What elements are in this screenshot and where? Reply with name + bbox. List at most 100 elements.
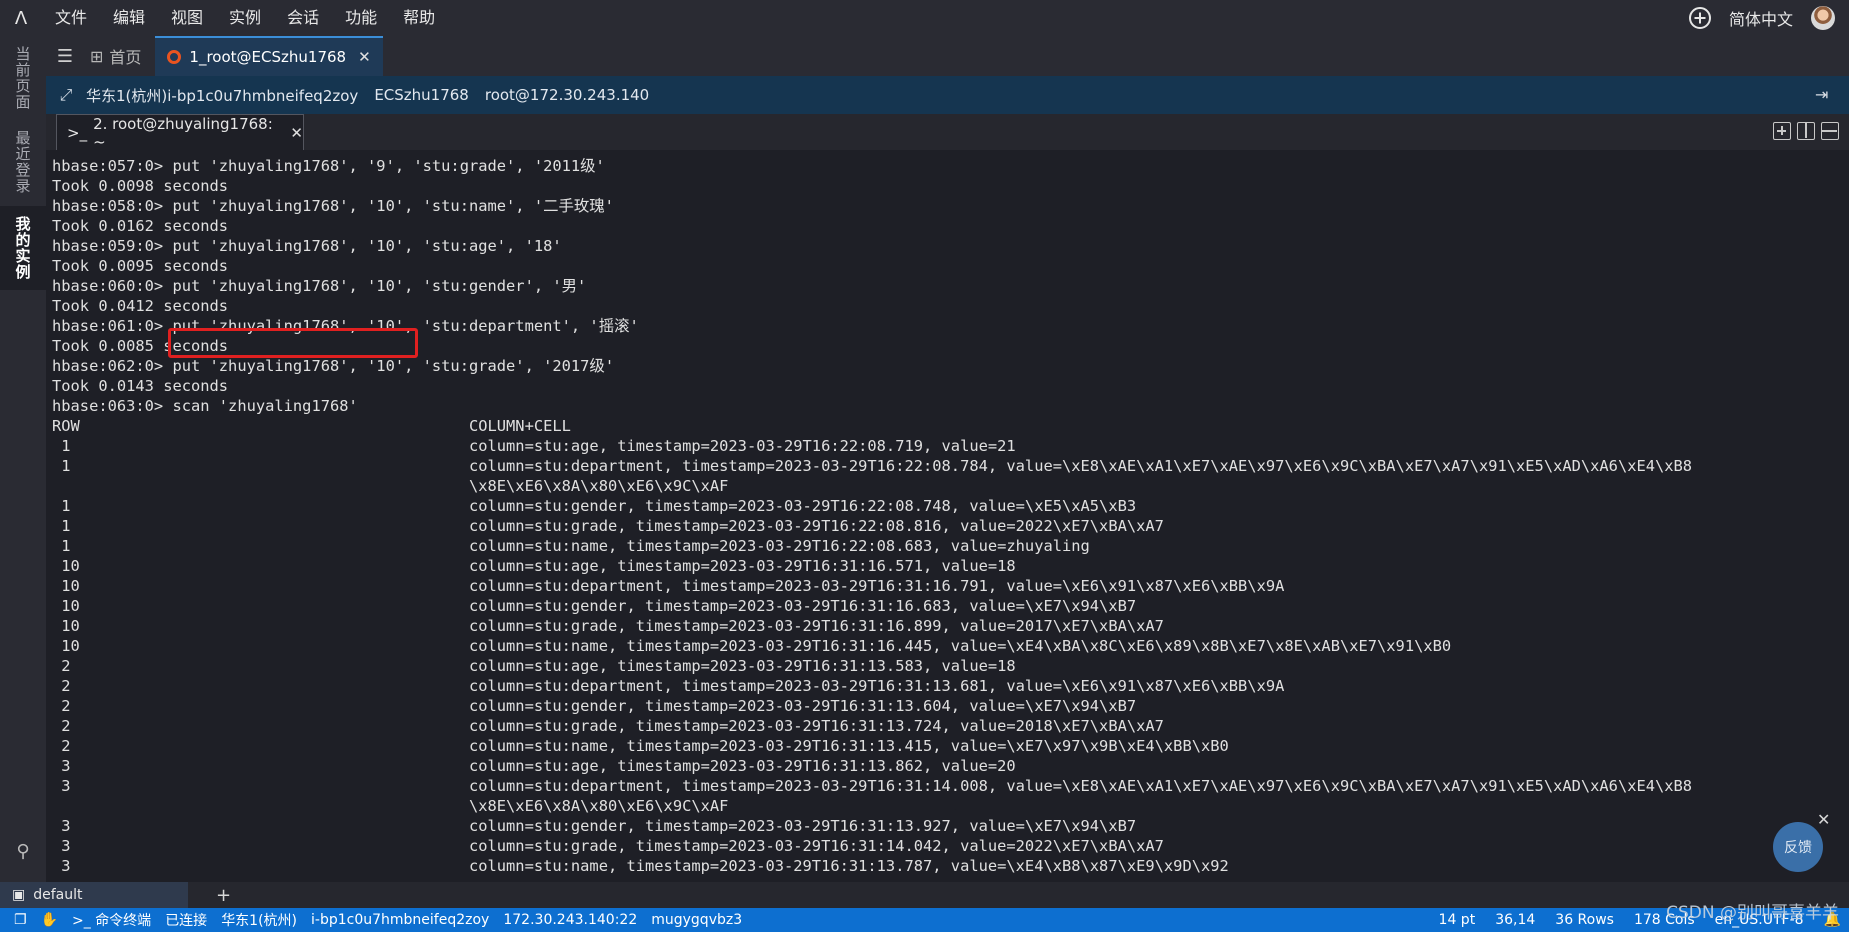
- terminal-line: \x8E\xE6\x8A\x80\xE6\x9C\xAF: [52, 797, 729, 815]
- terminal-line: Took 0.0098 seconds: [52, 177, 229, 195]
- status-rows: 36 Rows: [1555, 912, 1614, 928]
- rail-current-page-label: 当前页面: [13, 46, 32, 110]
- tab-row: ☰ ⊞ 首页 1_root@ECSzhu1768 ✕: [46, 36, 1849, 76]
- terminal-line: \x8E\xE6\x8A\x80\xE6\x9C\xAF: [52, 477, 729, 495]
- expand-icon[interactable]: ⤢: [46, 85, 86, 105]
- terminal-output[interactable]: hbase:057:0> put 'zhuyaling1768', '9', '…: [46, 150, 1849, 882]
- ubuntu-icon: [167, 50, 182, 64]
- terminal-line: Took 0.0162 seconds: [52, 217, 229, 235]
- close-icon[interactable]: ✕: [290, 124, 303, 142]
- terminal-line: 3 column=stu:grade, timestamp=2023-03-29…: [52, 837, 1164, 855]
- language-selector[interactable]: 简体中文: [1729, 6, 1793, 30]
- watermark: CSDN @别叫哥喜羊羊: [1666, 903, 1839, 923]
- terminal-line: 2 column=stu:grade, timestamp=2023-03-29…: [52, 717, 1164, 735]
- status-terminal-type: >_ 命令终端: [72, 913, 152, 929]
- tab-home[interactable]: ⊞ 首页: [84, 36, 155, 76]
- terminal-line: 2 column=stu:age, timestamp=2023-03-29T1…: [52, 657, 1016, 675]
- terminal-line: hbase:060:0> put 'zhuyaling1768', '10', …: [52, 277, 587, 295]
- menu-features[interactable]: 功能: [332, 0, 390, 36]
- terminal-line: 10 column=stu:grade, timestamp=2023-03-2…: [52, 617, 1164, 635]
- host-info-bar: ⤢ 华东1(杭州)i-bp1c0u7hmbneifeq2zoy ECSzhu17…: [46, 76, 1849, 114]
- terminal-line: 2 column=stu:name, timestamp=2023-03-29T…: [52, 737, 1229, 755]
- hand-icon[interactable]: ✋: [41, 912, 58, 928]
- menu-edit[interactable]: 编辑: [100, 0, 158, 36]
- close-icon[interactable]: ✕: [1817, 810, 1830, 829]
- status-instance-id: i-bp1c0u7hmbneifeq2zoy: [311, 912, 490, 928]
- menu-session[interactable]: 会话: [274, 0, 332, 36]
- terminal-lines: hbase:057:0> put 'zhuyaling1768', '9', '…: [52, 156, 1692, 876]
- host-login: root@172.30.243.140: [484, 86, 650, 104]
- feedback-button[interactable]: 反馈: [1773, 822, 1823, 872]
- terminal-line: hbase:062:0> put 'zhuyaling1768', '10', …: [52, 357, 615, 375]
- menu-help[interactable]: 帮助: [390, 0, 448, 36]
- terminal-line: Took 0.0095 seconds: [52, 257, 229, 275]
- terminal-icon: ▣: [12, 887, 26, 903]
- status-address: 172.30.243.140:22: [503, 912, 638, 928]
- terminal-line: 3 column=stu:gender, timestamp=2023-03-2…: [52, 817, 1137, 835]
- app-logo-icon: Λ: [14, 7, 28, 29]
- menu-instance[interactable]: 实例: [216, 0, 274, 36]
- rail-my-instances-label: 我的实例: [13, 216, 32, 280]
- terminal-tab-label: 2. root@zhuyaling1768: ~: [93, 114, 273, 151]
- rail-my-instances[interactable]: 我的实例: [0, 206, 46, 290]
- status-cursor-pos: 36,14: [1495, 912, 1536, 928]
- session-tab-label: default: [33, 887, 83, 903]
- pin-icon[interactable]: ⚲: [13, 842, 33, 862]
- terminal-line: hbase:058:0> put 'zhuyaling1768', '10', …: [52, 197, 614, 215]
- menu-bar: Λ 文件 编辑 视图 实例 会话 功能 帮助 简体中文: [0, 0, 1849, 36]
- host-region-instance: 华东1(杭州)i-bp1c0u7hmbneifeq2zoy: [86, 86, 359, 105]
- terminal-line: Took 0.0412 seconds: [52, 297, 229, 315]
- status-region: 华东1(杭州): [221, 913, 298, 929]
- terminal-line: 2 column=stu:department, timestamp=2023-…: [52, 677, 1285, 695]
- terminal-line: 3 column=stu:name, timestamp=2023-03-29T…: [52, 857, 1229, 875]
- split-controls: [1773, 122, 1839, 140]
- terminal-line: 3 column=stu:age, timestamp=2023-03-29T1…: [52, 757, 1016, 775]
- menu-file[interactable]: 文件: [42, 0, 100, 36]
- terminal-line: 3 column=stu:department, timestamp=2023-…: [52, 777, 1693, 795]
- user-avatar[interactable]: [1811, 6, 1835, 30]
- session-tab-default[interactable]: ▣ default: [0, 882, 188, 908]
- terminal-line: 1 column=stu:gender, timestamp=2023-03-2…: [52, 497, 1137, 515]
- terminal-line: 1 column=stu:grade, timestamp=2023-03-29…: [52, 517, 1164, 535]
- tab-home-label: 首页: [109, 48, 142, 67]
- status-connection: 已连接: [165, 913, 208, 929]
- new-pane-icon[interactable]: [1773, 122, 1791, 140]
- main-menu: 文件 编辑 视图 实例 会话 功能 帮助: [42, 0, 448, 36]
- terminal-line: hbase:057:0> put 'zhuyaling1768', '9', '…: [52, 157, 605, 175]
- terminal-tab-row: >_ 2. root@zhuyaling1768: ~ ✕: [46, 114, 1849, 151]
- close-icon[interactable]: ✕: [358, 48, 371, 66]
- terminal-line: hbase:059:0> put 'zhuyaling1768', '10', …: [52, 237, 562, 255]
- terminal-line: 10 column=stu:department, timestamp=2023…: [52, 577, 1285, 595]
- terminal-tab[interactable]: >_ 2. root@zhuyaling1768: ~ ✕: [56, 114, 304, 151]
- terminal-prompt-icon: >_: [67, 123, 88, 142]
- terminal-line: Took 0.0143 seconds: [52, 377, 229, 395]
- tab-session[interactable]: 1_root@ECSzhu1768 ✕: [155, 36, 383, 76]
- split-vertical-icon[interactable]: [1797, 122, 1815, 140]
- terminal-line: 2 column=stu:gender, timestamp=2023-03-2…: [52, 697, 1137, 715]
- rail-current-page[interactable]: 当前页面: [0, 40, 46, 116]
- add-circle-icon[interactable]: [1688, 7, 1711, 29]
- session-bar: ▣ default +: [0, 882, 1849, 908]
- exit-icon[interactable]: ⇥: [1815, 85, 1835, 105]
- status-font-size: 14 pt: [1438, 912, 1476, 928]
- split-horizontal-icon[interactable]: [1821, 122, 1839, 140]
- terminal-line: 1 column=stu:name, timestamp=2023-03-29T…: [52, 537, 1090, 555]
- rail-recent-login[interactable]: 最近登录: [0, 124, 46, 200]
- terminal-line: 1 column=stu:age, timestamp=2023-03-29T1…: [52, 437, 1016, 455]
- menu-right: 简体中文: [1688, 0, 1835, 36]
- rail-recent-login-label: 最近登录: [13, 130, 32, 194]
- host-name: ECSzhu1768: [374, 86, 469, 104]
- menu-view[interactable]: 视图: [158, 0, 216, 36]
- terminal-line: 10 column=stu:gender, timestamp=2023-03-…: [52, 597, 1137, 615]
- copy-icon[interactable]: ❐: [14, 912, 27, 928]
- terminal-line: 10 column=stu:age, timestamp=2023-03-29T…: [52, 557, 1016, 575]
- terminal-line: hbase:063:0> scan 'zhuyaling1768': [52, 397, 358, 415]
- sidebar-toggle-icon[interactable]: ☰: [46, 36, 84, 76]
- left-rail: 当前页面 最近登录 我的实例 ⚲: [0, 36, 46, 882]
- terminal-line: ROW COLUMN+CELL: [52, 417, 571, 435]
- tab-session-label: 1_root@ECSzhu1768: [189, 48, 347, 66]
- grid-icon: ⊞: [90, 46, 104, 66]
- highlight-annotation: [168, 328, 418, 358]
- status-session-id: mugygqvbz3: [651, 912, 743, 928]
- add-session-icon[interactable]: +: [216, 885, 231, 906]
